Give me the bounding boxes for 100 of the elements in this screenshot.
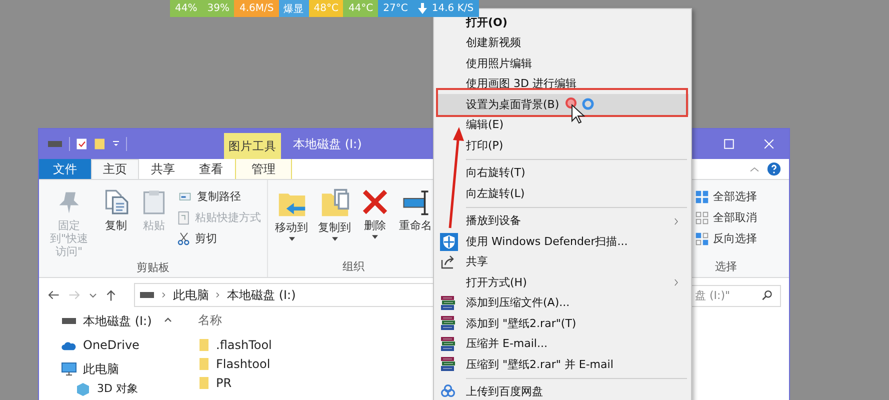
ribbon-small-button[interactable]: 剪切 [175, 230, 263, 247]
menu-item[interactable]: 播放到设备 [436, 210, 689, 231]
ribbon-tab[interactable]: 主页 [91, 159, 139, 179]
copy-icon [103, 188, 129, 216]
status-text: 爆显 [284, 2, 304, 16]
click-marker-icon [566, 98, 576, 108]
search-field[interactable]: 盘 (I:)" [691, 284, 781, 306]
menu-item[interactable]: 设置为桌面背景(B) [436, 94, 689, 114]
dropdown-caret-icon [288, 237, 294, 241]
forward-arrow-icon [68, 289, 81, 301]
folder-icon [198, 356, 210, 370]
folder-icon [198, 376, 210, 390]
monitor-icon [61, 362, 77, 376]
maximize-icon [724, 139, 734, 149]
rename-icon [400, 188, 430, 216]
ribbon-button[interactable]: 复制到 [315, 186, 354, 259]
menu-item[interactable]: 向右旋转(T) [436, 162, 689, 183]
share-icon [440, 254, 456, 270]
menu-item[interactable]: 创建新视频 [436, 32, 689, 53]
ribbon-small-button[interactable]: 全部选择 [693, 188, 759, 205]
shortcut-icon [177, 210, 191, 224]
path-icon [177, 190, 193, 202]
file-name[interactable]: Flashtool [216, 356, 270, 370]
archive-icon [440, 356, 456, 372]
sidebar-item[interactable]: 3D 对象 [61, 381, 164, 396]
close-icon [764, 139, 774, 149]
drive-icon [139, 292, 155, 298]
file-name[interactable]: .flashTool [216, 338, 272, 352]
ribbon-small-button[interactable]: 全部取消 [693, 209, 759, 226]
cursor-icon [572, 104, 586, 124]
breadcrumb[interactable]: 此电脑 [173, 286, 209, 304]
ribbon-button[interactable]: 移动到 [272, 186, 311, 259]
file-name[interactable]: PR [216, 376, 232, 390]
menu-item[interactable]: 向左旋转(L) [436, 183, 689, 204]
menu-item[interactable]: 共享 [436, 252, 689, 272]
group-label: 组织 [342, 259, 366, 275]
status-text: 4.6M/S [239, 3, 274, 14]
status-text: 39% [207, 3, 230, 14]
folder-icon [198, 338, 210, 352]
contextual-tab-label: 图片工具 [224, 133, 281, 159]
grid-icon [695, 232, 709, 246]
folder-icon [94, 137, 106, 151]
menu-item[interactable]: 上传到百度网盘 [436, 382, 689, 400]
dropdown-caret-icon [89, 292, 97, 298]
drive-icon [61, 318, 77, 324]
ribbon-button[interactable]: 重命名 [396, 186, 435, 259]
clipboard-icon [141, 188, 167, 216]
menu-item[interactable]: 压缩到 "壁纸2.rar" 并 E-mail [436, 354, 689, 374]
ribbon-small-button[interactable]: 复制路径 [175, 188, 263, 205]
grid-icon [695, 190, 709, 204]
sidebar-item[interactable]: 此电脑 [61, 357, 164, 381]
ribbon-tab[interactable]: 管理 [235, 159, 292, 179]
back-arrow-icon [47, 289, 60, 301]
shield-icon [440, 233, 458, 251]
status-text: 48°C [314, 3, 338, 14]
menu-item[interactable]: 打印(P) [436, 135, 689, 156]
group-label: 选择 [714, 259, 738, 275]
dropdown-caret-icon [332, 237, 338, 241]
scroll-up-icon [164, 317, 172, 323]
column-header[interactable]: 名称 [198, 309, 272, 331]
collapse-caret-icon [750, 166, 759, 172]
help-icon [767, 162, 781, 176]
menu-item[interactable]: 打开(O) [436, 12, 689, 32]
menu-item[interactable]: 使用 Windows Defender扫描... [436, 231, 689, 252]
breadcrumb[interactable]: 本地磁盘 (I:) [227, 286, 296, 304]
caret-icon [112, 140, 120, 148]
checklist-icon [76, 137, 88, 151]
download-arrow-icon [418, 3, 427, 14]
ribbon-tab[interactable]: 共享 [139, 159, 187, 179]
status-text: 27°C [383, 3, 408, 14]
status-text: 44% [175, 3, 198, 14]
drive-icon [47, 141, 63, 147]
up-arrow-icon [105, 288, 117, 302]
ribbon-tab[interactable]: 文件 [39, 159, 91, 179]
ring-marker-icon [582, 98, 594, 110]
menu-item[interactable]: 压缩并 E-mail... [436, 334, 689, 354]
status-text: 14.6 K/S [432, 3, 474, 14]
archive-icon [440, 294, 456, 310]
group-label: 剪贴板 [136, 260, 170, 276]
menu-item[interactable]: 使用照片编辑 [436, 53, 689, 74]
menu-item[interactable]: 添加到 "壁纸2.rar"(T) [436, 313, 689, 334]
ribbon-button[interactable]: 删除 [358, 186, 392, 259]
menu-item[interactable]: 编辑(E) [436, 114, 689, 135]
ribbon-tab[interactable]: 查看 [187, 159, 235, 179]
ribbon-small-button[interactable]: 反向选择 [693, 230, 759, 247]
ribbon-button[interactable]: 复制 [99, 186, 133, 260]
grid-icon [695, 210, 709, 224]
sidebar-item[interactable]: OneDrive [61, 333, 164, 357]
chevron-icon [161, 291, 167, 299]
delete-icon [361, 188, 389, 216]
window-title: 本地磁盘 (I:) [293, 136, 362, 152]
search-icon [762, 290, 773, 301]
folder-pages-icon [320, 188, 350, 218]
sidebar-item[interactable]: 本地磁盘 (I:) [61, 309, 164, 333]
status-text: 44°C [348, 3, 374, 14]
chevron-icon [215, 291, 221, 299]
archive-icon [440, 336, 456, 352]
dropdown-caret-icon [372, 235, 378, 239]
scissors-icon [177, 232, 191, 246]
archive-icon [440, 315, 456, 331]
